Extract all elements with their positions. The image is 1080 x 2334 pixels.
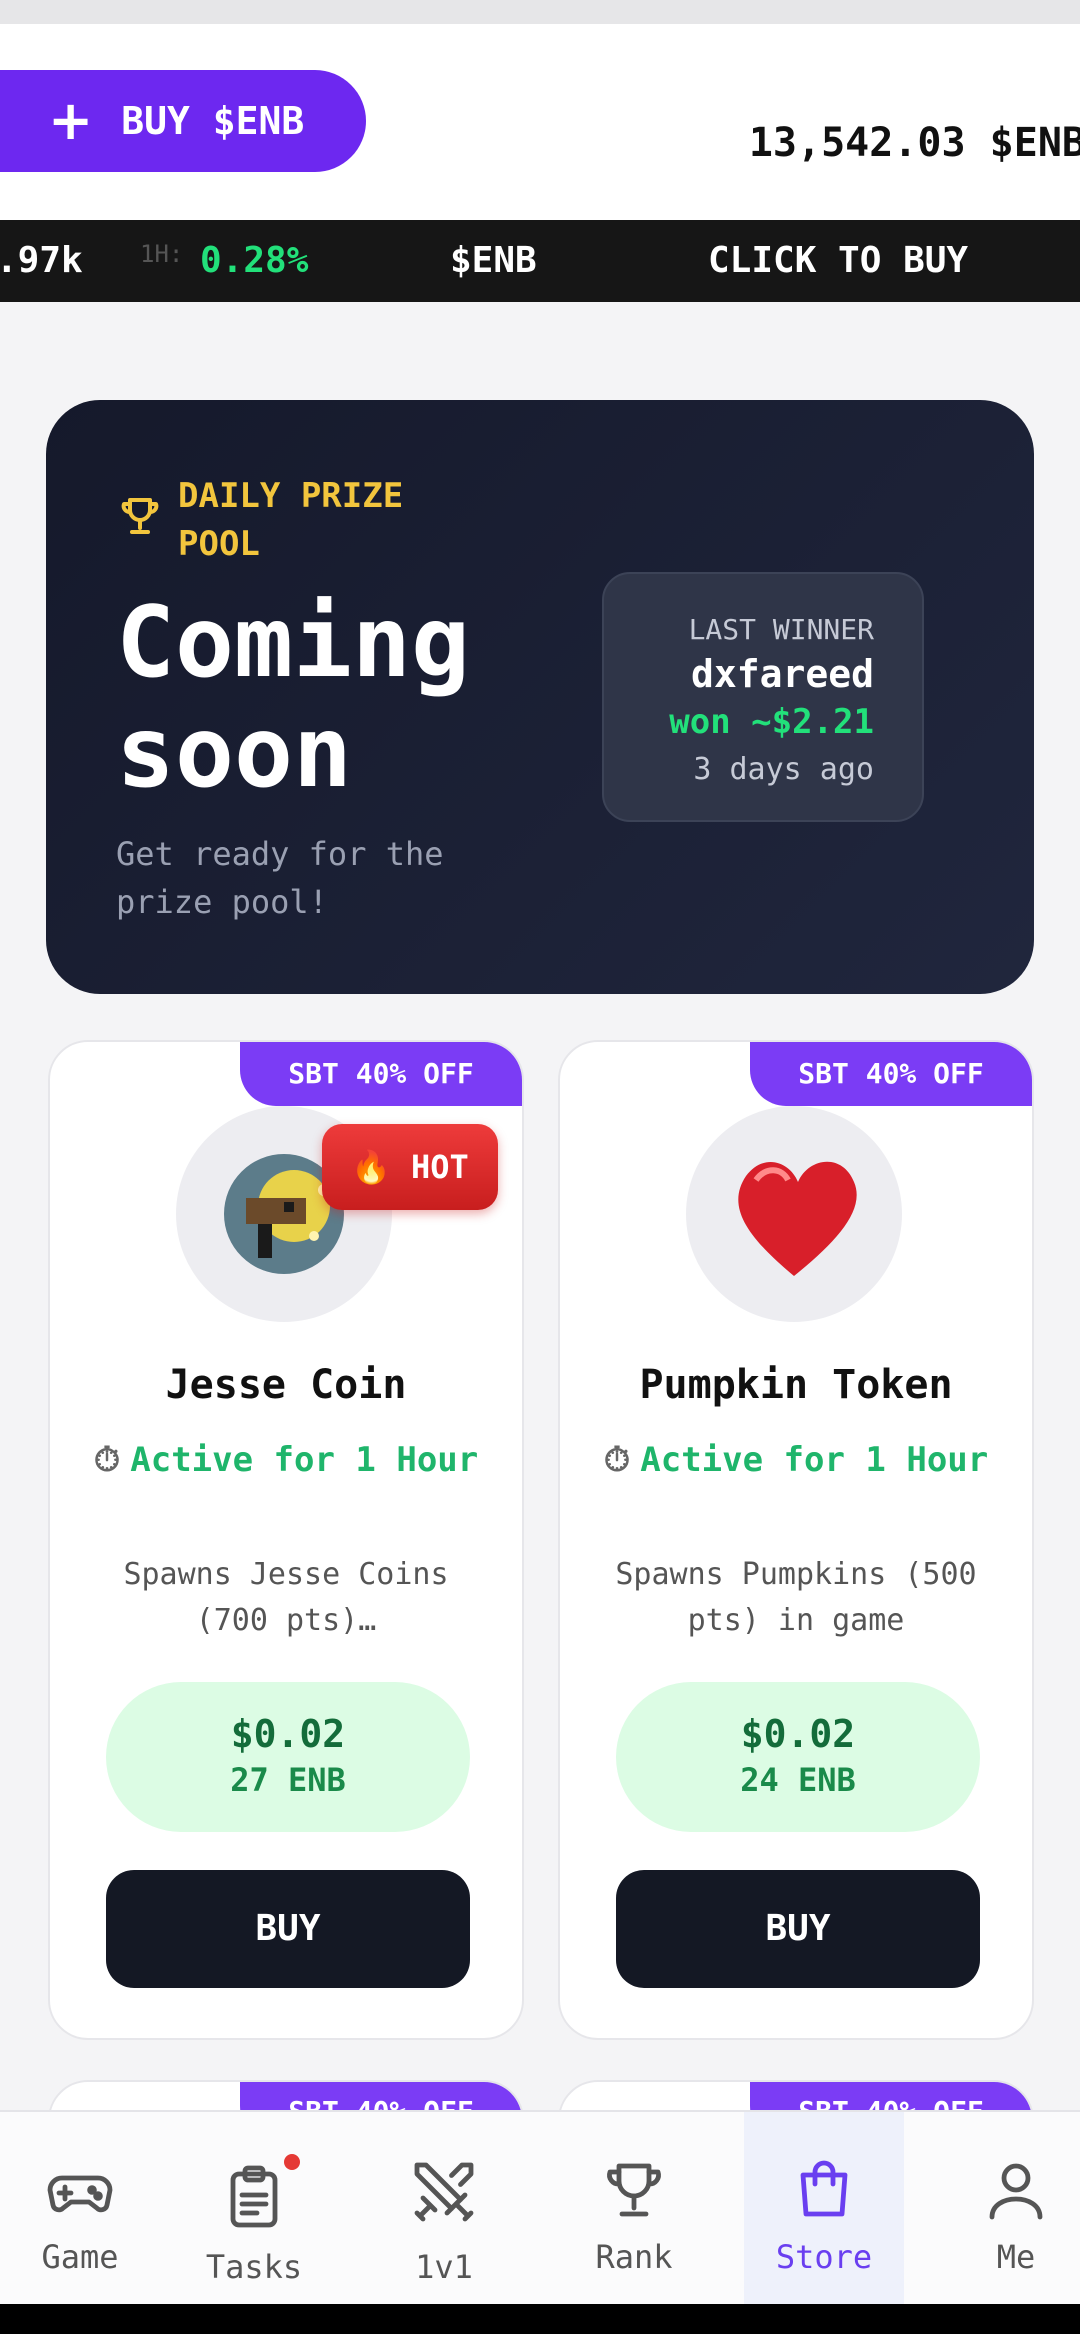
buy-button[interactable]: BUY bbox=[106, 1870, 470, 1988]
nav-item-tasks[interactable]: Tasks bbox=[174, 2112, 334, 2306]
nav-label-rank: Rank bbox=[595, 2238, 673, 2276]
nav-label-store: Store bbox=[775, 2238, 873, 2276]
gamepad-icon bbox=[47, 2175, 113, 2213]
price-usd: $0.02 bbox=[740, 1712, 856, 1756]
last-winner-amount: won ~$2.21 bbox=[669, 702, 874, 742]
nav-item-1v1[interactable]: 1v1 bbox=[364, 2112, 524, 2306]
nav-label-game: Game bbox=[41, 2238, 119, 2276]
item-description: Spawns Pumpkins (500 pts) in game bbox=[615, 1557, 977, 1638]
price-ticker[interactable]: .97k 1H: 0.28% $ENB CLICK TO BUY bbox=[0, 220, 1080, 302]
buy-enb-label: BUY $ENB bbox=[121, 99, 305, 143]
heart-token-icon bbox=[738, 1161, 857, 1276]
item-description: Spawns Jesse Coins (700 pts)… bbox=[123, 1557, 449, 1638]
item-duration: ⏱ Active for 1 Hour bbox=[560, 1436, 1032, 1484]
system-bar bbox=[0, 2304, 1080, 2334]
item-name: Jesse Coin bbox=[165, 1362, 407, 1408]
prize-pool-label: DAILY PRIZE POOL bbox=[178, 476, 404, 564]
item-duration-text: Active for 1 Hour bbox=[640, 1440, 989, 1480]
shopping-bag-icon bbox=[800, 2160, 848, 2217]
discount-badge: SBT 40% OFF bbox=[750, 1042, 1032, 1106]
notification-dot bbox=[284, 2154, 300, 2170]
stopwatch-icon: ⏱ bbox=[603, 1440, 631, 1480]
daily-prize-pool-card: DAILY PRIZE POOL Coming soon Get ready f… bbox=[46, 400, 1034, 994]
price-enb: 24 ENB bbox=[740, 1761, 856, 1799]
clipboard-icon bbox=[230, 2165, 278, 2228]
prize-pool-title: Coming soon bbox=[116, 586, 471, 810]
buy-button[interactable]: BUY bbox=[616, 1870, 980, 1988]
bottom-nav: Game Tasks 1v1 Rank Store Me bbox=[0, 2110, 1080, 2306]
item-price: $0.02 24 ENB bbox=[616, 1682, 980, 1832]
nav-label-tasks: Tasks bbox=[205, 2248, 303, 2286]
nav-label-1v1: 1v1 bbox=[415, 2248, 473, 2286]
item-icon-holder bbox=[686, 1106, 902, 1322]
prize-pool-subtitle: Get ready for the prize pool! bbox=[116, 835, 444, 921]
item-duration-text: Active for 1 Hour bbox=[130, 1440, 479, 1480]
token-balance: 13,542.03 $ENB bbox=[748, 120, 1080, 166]
hot-badge: 🔥 HOT bbox=[322, 1124, 498, 1210]
top-header: + BUY $ENB 13,542.03 $ENB bbox=[0, 24, 1080, 220]
ticker-volume: .97k bbox=[0, 240, 83, 281]
item-duration: ⏱ Active for 1 Hour bbox=[50, 1436, 522, 1484]
price-enb: 27 ENB bbox=[230, 1761, 346, 1799]
item-name: Pumpkin Token bbox=[639, 1362, 953, 1408]
last-winner-label: LAST WINNER bbox=[688, 613, 874, 646]
hot-label: HOT bbox=[411, 1148, 469, 1186]
fire-icon: 🔥 bbox=[351, 1148, 392, 1186]
nav-item-store[interactable]: Store bbox=[744, 2112, 904, 2306]
status-strip bbox=[0, 0, 1080, 24]
discount-badge: SBT 40% OFF bbox=[240, 1042, 522, 1106]
nav-item-me[interactable]: Me bbox=[936, 2112, 1080, 2306]
ticker-symbol: $ENB bbox=[450, 240, 537, 281]
nav-item-rank[interactable]: Rank bbox=[554, 2112, 714, 2306]
last-winner-time: 3 days ago bbox=[693, 752, 874, 787]
last-winner-box: LAST WINNER dxfareed won ~$2.21 3 days a… bbox=[602, 572, 924, 822]
nav-item-game[interactable]: Game bbox=[0, 2112, 160, 2306]
ticker-interval: 1H: bbox=[140, 240, 184, 268]
user-icon bbox=[989, 2163, 1043, 2220]
last-winner-name: dxfareed bbox=[690, 652, 874, 696]
plus-icon: + bbox=[48, 89, 94, 152]
crossed-swords-icon bbox=[414, 2162, 474, 2222]
trophy-icon bbox=[121, 498, 159, 534]
ticker-change: 0.28% bbox=[200, 240, 309, 281]
item-price: $0.02 27 ENB bbox=[106, 1682, 470, 1832]
price-usd: $0.02 bbox=[230, 1712, 346, 1756]
store-item-card: SBT 40% OFF 🔥 HOT Jesse Coin ⏱ Active for… bbox=[48, 1040, 524, 2040]
nav-label-me: Me bbox=[996, 2238, 1036, 2276]
store-item-card: SBT 40% OFF Pumpkin Token ⏱ Active for 1 … bbox=[558, 1040, 1034, 2040]
trophy-icon bbox=[607, 2163, 661, 2217]
ticker-click-to-buy[interactable]: CLICK TO BUY bbox=[708, 240, 968, 281]
stopwatch-icon: ⏱ bbox=[93, 1440, 121, 1480]
buy-enb-button[interactable]: + BUY $ENB bbox=[0, 70, 366, 172]
